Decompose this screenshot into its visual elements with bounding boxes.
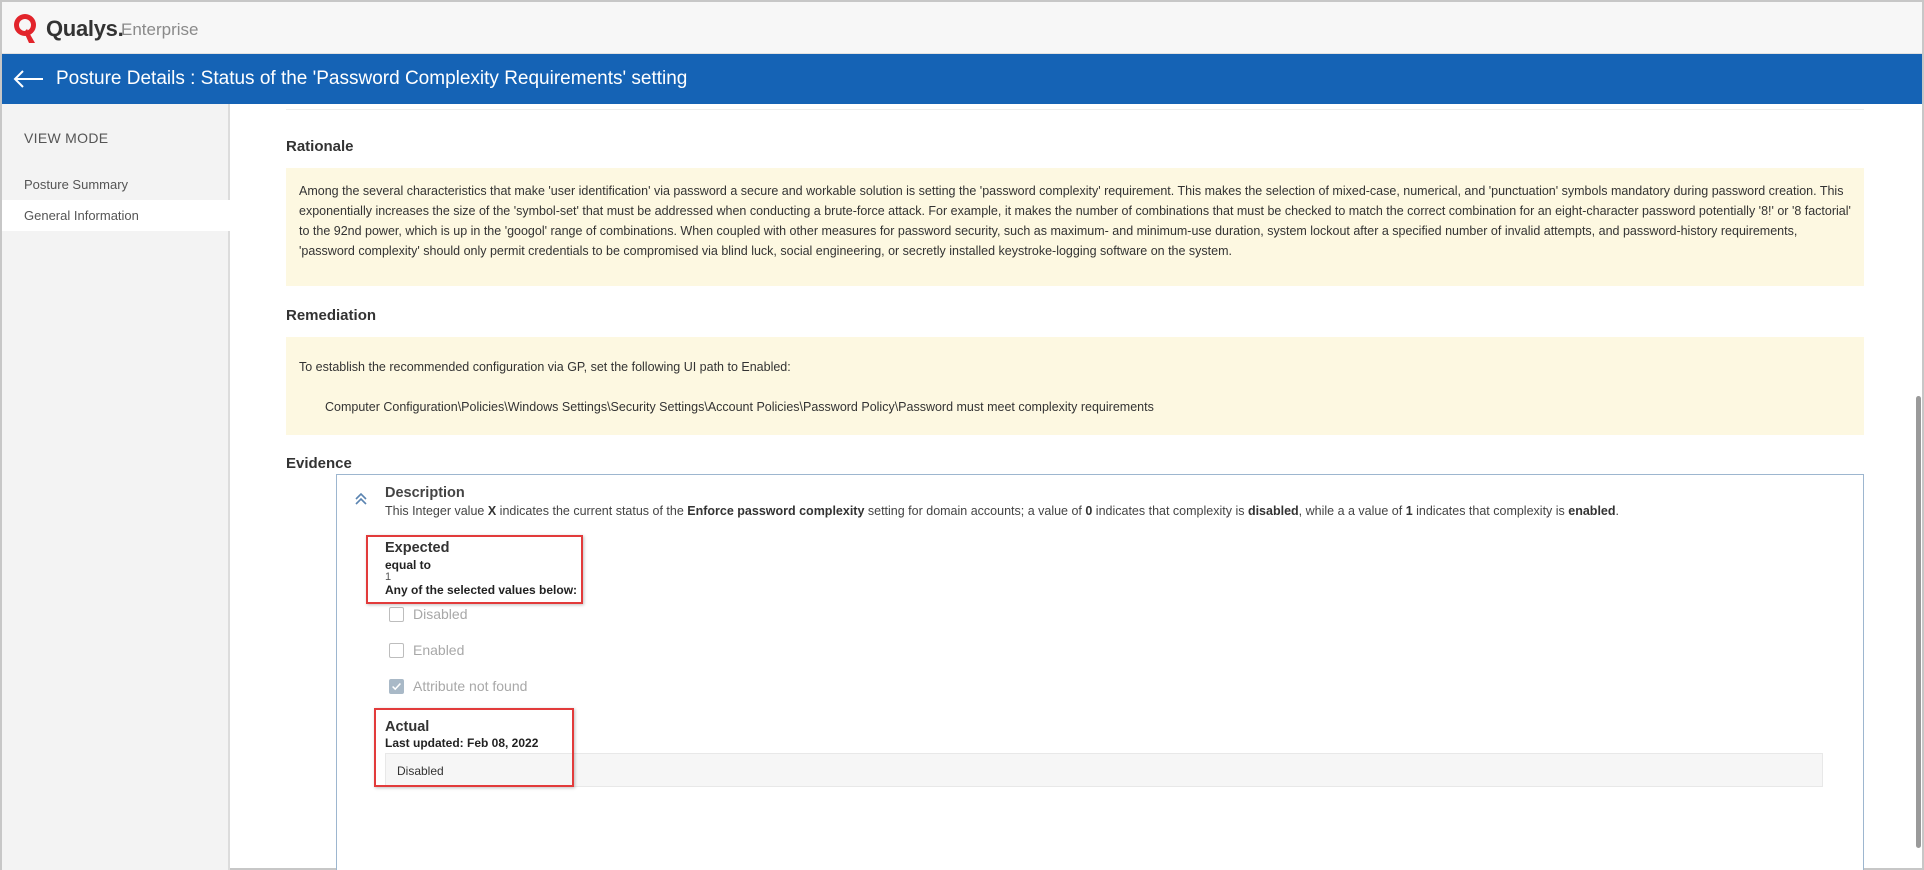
actual-value-box: Disabled: [385, 753, 1823, 787]
sidebar-item-general-information[interactable]: General Information: [2, 200, 230, 231]
checkbox-enabled[interactable]: [389, 643, 404, 658]
qualys-logo-icon: [14, 14, 36, 43]
page-header: Posture Details : Status of the 'Passwor…: [2, 54, 1922, 104]
checkbox-disabled[interactable]: [389, 607, 404, 622]
sidebar: VIEW MODE Posture Summary General Inform…: [2, 104, 230, 870]
checkmark-icon: [392, 682, 401, 691]
main-content: Rationale Among the several characterist…: [232, 104, 1922, 870]
sidebar-item-posture-summary[interactable]: Posture Summary: [2, 169, 230, 200]
edition-label: Enterprise: [121, 20, 199, 39]
description-title: Description: [385, 485, 465, 501]
page-title: Posture Details : Status of the 'Passwor…: [56, 68, 688, 89]
vertical-scrollbar[interactable]: [1916, 396, 1921, 848]
rationale-text: Among the several characteristics that m…: [299, 184, 1851, 258]
view-mode-heading: VIEW MODE: [24, 130, 109, 146]
evidence-panel: Description This Integer value X indicat…: [336, 474, 1864, 870]
remediation-title: Remediation: [286, 307, 377, 324]
evidence-title: Evidence: [286, 455, 352, 472]
expected-title: Expected: [385, 540, 450, 556]
remediation-path: Computer Configuration\Policies\Windows …: [325, 400, 1154, 414]
chevron-up-double-icon[interactable]: [353, 491, 369, 507]
top-app-bar: Qualys. Enterprise: [2, 2, 1922, 54]
expected-value: 1: [385, 571, 392, 583]
brand-name: Qualys.: [46, 16, 124, 41]
remediation-box: To establish the recommended configurati…: [286, 337, 1864, 435]
expected-operator: equal to: [385, 558, 432, 572]
actual-last-updated: Last updated: Feb 08, 2022: [385, 736, 539, 750]
description-text: This Integer value X indicates the curre…: [385, 504, 1619, 518]
expected-any-label: Any of the selected values below:: [385, 583, 578, 597]
actual-title: Actual: [385, 719, 430, 735]
divider: [286, 104, 1864, 110]
remediation-instruction: To establish the recommended configurati…: [299, 360, 791, 374]
checkbox-attribute-not-found[interactable]: [389, 679, 404, 694]
back-arrow-icon[interactable]: [12, 66, 46, 92]
rationale-title: Rationale: [286, 138, 354, 155]
actual-value: Disabled: [397, 764, 444, 778]
rationale-box: Among the several characteristics that m…: [286, 168, 1864, 286]
